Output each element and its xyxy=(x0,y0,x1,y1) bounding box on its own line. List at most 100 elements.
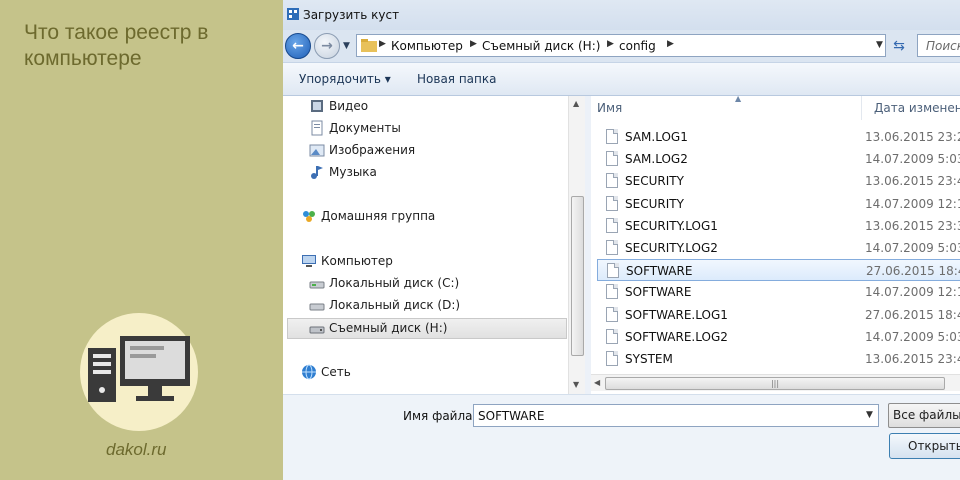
bottom-bar: Имя файла: ▼ Все файлы Открыть xyxy=(283,394,960,480)
organize-button[interactable]: Упорядочить ▾ xyxy=(299,72,391,86)
file-icon xyxy=(606,129,618,144)
nav-item-label: Локальный диск (D:) xyxy=(329,298,461,312)
file-row[interactable]: SYSTEM 13.06.2015 23:40 xyxy=(597,348,960,370)
file-name: SECURITY xyxy=(625,196,684,211)
search-input[interactable]: Поиск xyxy=(917,34,960,57)
nav-item-homegroup[interactable]: Домашняя группа xyxy=(301,206,435,226)
file-date: 13.06.2015 23:40 xyxy=(865,174,960,189)
video-library-icon xyxy=(311,100,323,112)
scroll-down-icon[interactable]: ▼ xyxy=(573,380,579,389)
nav-item-removable-disk-h[interactable]: Съемный диск (H:) xyxy=(309,318,447,338)
address-dropdown-icon[interactable]: ▼ xyxy=(876,40,883,50)
column-header-name[interactable]: ▲ Имя xyxy=(597,94,857,120)
file-name: SAM.LOG1 xyxy=(625,130,688,144)
file-row[interactable]: SOFTWARE.LOG2 14.07.2009 5:03 xyxy=(597,326,960,348)
breadcrumb-computer[interactable]: Компьютер xyxy=(391,39,463,53)
breadcrumb-separator-icon[interactable]: ▶ xyxy=(667,39,674,49)
navigation-pane: Видео Документы Изображения Музыка Домаш… xyxy=(283,96,585,394)
file-row[interactable]: SECURITY 13.06.2015 23:40 xyxy=(597,170,960,192)
file-type-select[interactable]: Все файлы xyxy=(888,403,960,428)
filename-label: Имя файла: xyxy=(403,409,477,423)
local-disk-icon xyxy=(309,281,325,289)
nav-scroll-thumb[interactable] xyxy=(571,196,584,356)
nav-item-label: Компьютер xyxy=(321,254,393,268)
file-name: SOFTWARE xyxy=(626,264,693,279)
file-icon xyxy=(607,263,619,279)
nav-item-computer[interactable]: Компьютер xyxy=(301,251,393,271)
dialog-title: Загрузить куст xyxy=(303,8,400,22)
file-name: SOFTWARE.LOG1 xyxy=(625,307,728,322)
filename-input[interactable] xyxy=(473,404,879,427)
file-icon xyxy=(606,217,618,233)
file-name: SECURITY.LOG2 xyxy=(625,241,718,255)
file-row[interactable]: SECURITY.LOG2 14.07.2009 5:03 xyxy=(597,237,960,259)
address-bar[interactable]: ▶ Компьютер ▶ Съемный диск (H:) ▶ config… xyxy=(356,34,886,57)
refresh-button[interactable]: ⇆ xyxy=(887,34,911,57)
file-date: 14.07.2009 5:03 xyxy=(865,241,960,255)
nav-item-label: Изображения xyxy=(329,143,416,157)
pictures-library-icon xyxy=(309,144,325,157)
file-name: SOFTWARE xyxy=(625,285,692,300)
file-row[interactable]: SOFTWARE 27.06.2015 18:45 xyxy=(597,259,960,282)
documents-library-icon xyxy=(311,120,323,136)
file-date: 14.07.2009 12:19 xyxy=(865,196,960,211)
file-row[interactable]: SOFTWARE.LOG1 27.06.2015 18:46 xyxy=(597,304,960,326)
scroll-up-icon[interactable]: ▲ xyxy=(573,99,579,108)
nav-item-video[interactable]: Видео xyxy=(309,96,368,116)
nav-item-pictures[interactable]: Изображения xyxy=(309,140,415,160)
removable-disk-icon xyxy=(309,326,325,334)
breadcrumb-removable-disk[interactable]: Съемный диск (H:) xyxy=(482,39,600,53)
file-row[interactable]: SAM.LOG1 13.06.2015 23:24 xyxy=(597,126,960,148)
new-folder-button[interactable]: Новая папка xyxy=(417,72,496,86)
address-row: ← → ▼ ▶ Компьютер ▶ Съемный диск (H:) ▶ … xyxy=(283,30,960,62)
file-name: SYSTEM xyxy=(625,352,673,366)
nav-item-label: Съемный диск (H:) xyxy=(329,321,448,335)
title-bar[interactable]: Загрузить куст xyxy=(283,0,960,30)
file-row[interactable]: SECURITY.LOG1 13.06.2015 23:39 xyxy=(597,215,960,237)
nav-item-local-disk-d[interactable]: Локальный диск (D:) xyxy=(309,295,460,315)
refresh-icon: ⇆ xyxy=(893,37,905,54)
nav-item-documents[interactable]: Документы xyxy=(309,118,401,138)
nav-item-music[interactable]: Музыка xyxy=(309,162,377,182)
file-name: SOFTWARE.LOG2 xyxy=(625,329,728,344)
forward-button[interactable]: → xyxy=(314,33,340,59)
filename-dropdown-icon[interactable]: ▼ xyxy=(866,410,873,420)
file-date: 13.06.2015 23:39 xyxy=(865,218,960,233)
network-icon xyxy=(302,364,316,380)
open-button[interactable]: Открыть xyxy=(889,433,960,459)
nav-item-network[interactable]: Сеть xyxy=(301,362,351,382)
music-library-icon xyxy=(311,166,323,179)
computer-logo-icon xyxy=(88,336,190,402)
file-row[interactable]: SECURITY 14.07.2009 12:19 xyxy=(597,193,960,215)
breadcrumb-separator-icon[interactable]: ▶ xyxy=(607,39,614,49)
history-dropdown-icon[interactable]: ▼ xyxy=(343,41,350,51)
homegroup-icon xyxy=(303,211,315,222)
file-date: 14.07.2009 12:19 xyxy=(865,285,960,300)
breadcrumb-separator-icon[interactable]: ▶ xyxy=(379,39,386,49)
command-toolbar: Упорядочить ▾ Новая папка xyxy=(283,62,960,96)
nav-item-label: Документы xyxy=(329,121,401,135)
nav-item-label: Домашняя группа xyxy=(321,209,436,223)
breadcrumb-separator-icon[interactable]: ▶ xyxy=(470,39,477,49)
horizontal-scrollbar[interactable]: ◀ ||| xyxy=(591,374,960,391)
nav-item-label: Музыка xyxy=(329,165,377,179)
file-row[interactable]: SAM.LOG2 14.07.2009 5:03 xyxy=(597,148,960,170)
file-date: 27.06.2015 18:45 xyxy=(866,264,960,279)
file-date: 13.06.2015 23:24 xyxy=(865,130,960,144)
column-header-date[interactable]: Дата изменени xyxy=(861,96,960,120)
nav-scrollbar[interactable]: ▲ ▼ xyxy=(568,96,585,394)
nav-item-label: Видео xyxy=(329,99,369,113)
search-placeholder: Поиск xyxy=(926,39,960,53)
scroll-left-icon[interactable]: ◀ xyxy=(594,378,600,387)
file-icon xyxy=(606,151,618,167)
nav-item-label: Локальный диск (C:) xyxy=(329,276,460,290)
column-header-label: Дата изменени xyxy=(874,101,960,115)
breadcrumb-config[interactable]: config xyxy=(619,39,656,53)
file-name: SAM.LOG2 xyxy=(625,152,688,167)
file-row[interactable]: SOFTWARE 14.07.2009 12:19 xyxy=(597,281,960,303)
back-button[interactable]: ← xyxy=(285,33,311,59)
horizontal-scroll-thumb[interactable]: ||| xyxy=(605,377,945,390)
nav-item-local-disk-c[interactable]: Локальный диск (C:) xyxy=(309,273,459,293)
local-disk-icon xyxy=(309,303,325,311)
file-name: SECURITY.LOG1 xyxy=(625,218,718,233)
